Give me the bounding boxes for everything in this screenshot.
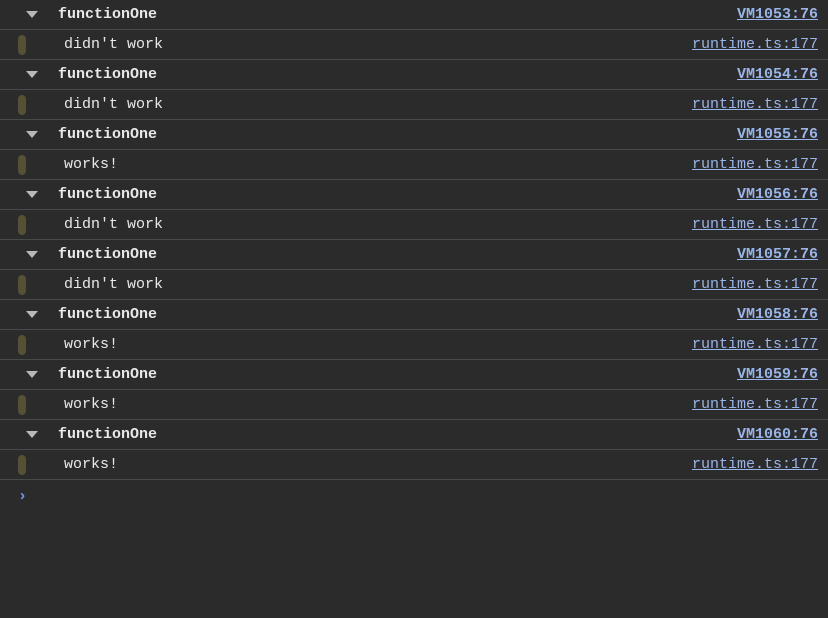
group-marker-icon [18, 455, 26, 475]
console-group-header[interactable]: functionOne VM1053:76 [0, 0, 828, 30]
console-group-header[interactable]: functionOne VM1058:76 [0, 300, 828, 330]
triangle-down-icon [26, 311, 38, 318]
group-marker-icon [18, 395, 26, 415]
log-message: works! [64, 456, 118, 473]
log-message: works! [64, 156, 118, 173]
console-message-row: works! runtime.ts:177 [0, 330, 828, 360]
group-marker-icon [18, 215, 26, 235]
console-group-header[interactable]: functionOne VM1055:76 [0, 120, 828, 150]
console-output: functionOne VM1053:76 didn't work runtim… [0, 0, 828, 513]
source-link[interactable]: runtime.ts:177 [692, 96, 818, 113]
console-message-row: works! runtime.ts:177 [0, 450, 828, 480]
triangle-down-icon [26, 11, 38, 18]
log-message: didn't work [64, 276, 163, 293]
group-marker-icon [18, 335, 26, 355]
function-name: functionOne [58, 66, 157, 83]
console-message-row: didn't work runtime.ts:177 [0, 210, 828, 240]
console-group-header[interactable]: functionOne VM1059:76 [0, 360, 828, 390]
function-name: functionOne [58, 6, 157, 23]
source-link[interactable]: runtime.ts:177 [692, 156, 818, 173]
triangle-down-icon [26, 371, 38, 378]
triangle-down-icon [26, 191, 38, 198]
console-input-prompt[interactable]: › [0, 480, 828, 513]
triangle-down-icon [26, 71, 38, 78]
source-link[interactable]: runtime.ts:177 [692, 276, 818, 293]
source-link[interactable]: VM1059:76 [737, 366, 818, 383]
source-link[interactable]: runtime.ts:177 [692, 456, 818, 473]
function-name: functionOne [58, 186, 157, 203]
source-link[interactable]: VM1053:76 [737, 6, 818, 23]
source-link[interactable]: VM1054:76 [737, 66, 818, 83]
triangle-down-icon [26, 131, 38, 138]
console-message-row: works! runtime.ts:177 [0, 150, 828, 180]
function-name: functionOne [58, 426, 157, 443]
source-link[interactable]: VM1058:76 [737, 306, 818, 323]
console-message-row: didn't work runtime.ts:177 [0, 270, 828, 300]
log-message: works! [64, 336, 118, 353]
group-marker-icon [18, 35, 26, 55]
source-link[interactable]: VM1056:76 [737, 186, 818, 203]
log-message: didn't work [64, 36, 163, 53]
source-link[interactable]: runtime.ts:177 [692, 396, 818, 413]
group-marker-icon [18, 95, 26, 115]
group-marker-icon [18, 275, 26, 295]
console-message-row: didn't work runtime.ts:177 [0, 30, 828, 60]
console-group-header[interactable]: functionOne VM1056:76 [0, 180, 828, 210]
log-message: didn't work [64, 216, 163, 233]
console-message-row: works! runtime.ts:177 [0, 390, 828, 420]
source-link[interactable]: runtime.ts:177 [692, 36, 818, 53]
function-name: functionOne [58, 306, 157, 323]
triangle-down-icon [26, 251, 38, 258]
function-name: functionOne [58, 246, 157, 263]
source-link[interactable]: runtime.ts:177 [692, 336, 818, 353]
function-name: functionOne [58, 126, 157, 143]
console-group-header[interactable]: functionOne VM1054:76 [0, 60, 828, 90]
chevron-right-icon: › [18, 488, 27, 505]
function-name: functionOne [58, 366, 157, 383]
log-message: didn't work [64, 96, 163, 113]
source-link[interactable]: VM1057:76 [737, 246, 818, 263]
console-message-row: didn't work runtime.ts:177 [0, 90, 828, 120]
log-message: works! [64, 396, 118, 413]
source-link[interactable]: VM1055:76 [737, 126, 818, 143]
triangle-down-icon [26, 431, 38, 438]
source-link[interactable]: runtime.ts:177 [692, 216, 818, 233]
group-marker-icon [18, 155, 26, 175]
source-link[interactable]: VM1060:76 [737, 426, 818, 443]
console-group-header[interactable]: functionOne VM1057:76 [0, 240, 828, 270]
console-group-header[interactable]: functionOne VM1060:76 [0, 420, 828, 450]
